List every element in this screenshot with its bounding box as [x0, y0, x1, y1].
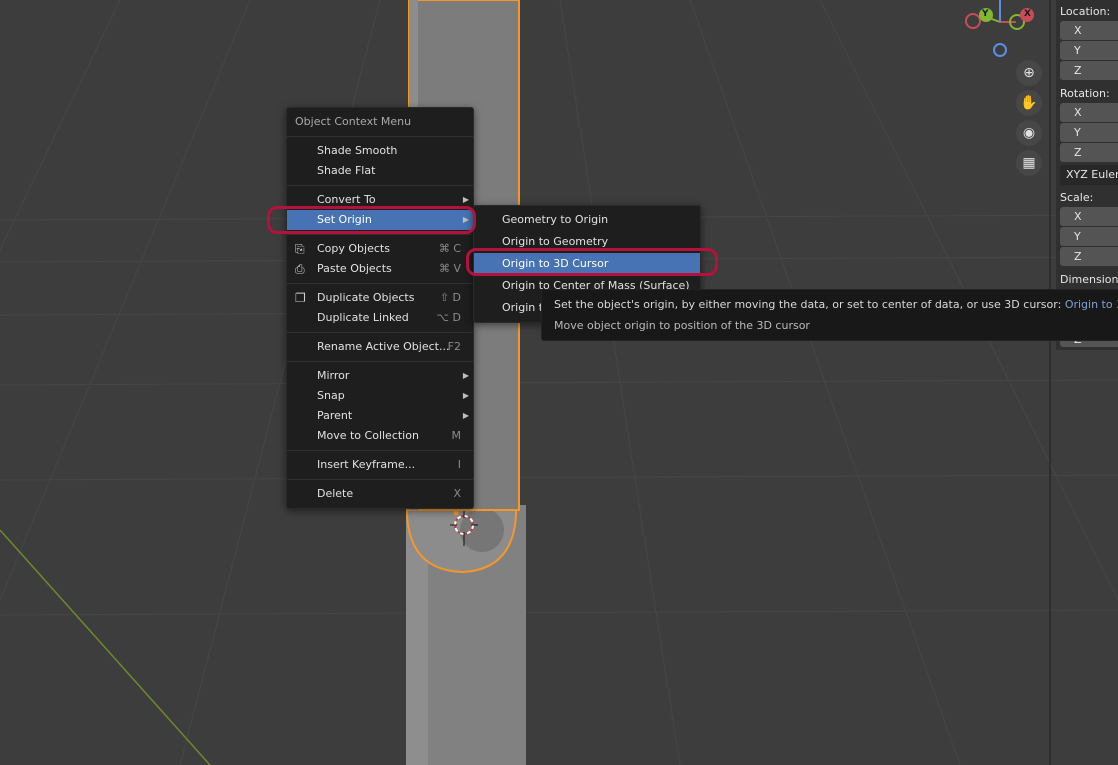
3d-viewport[interactable] — [0, 0, 1118, 765]
submenu-arrow-icon: ▶ — [462, 215, 469, 224]
shortcut-label: ⌘ C — [438, 242, 461, 255]
tooltip-operator: Origin to 3D Cursor — [1064, 298, 1118, 311]
gizmo-y-label: Y — [982, 9, 989, 19]
menu-item-rename-active-object[interactable]: Rename Active Object... F2 — [287, 337, 473, 357]
scale-label: Scale: — [1060, 191, 1094, 204]
menu-item-label: Duplicate Linked — [317, 311, 409, 324]
menu-item-label: Shade Smooth — [317, 144, 398, 157]
submenu-item-origin-to-3d-cursor[interactable]: Origin to 3D Cursor — [474, 253, 700, 275]
rotation-y-field[interactable]: Y — [1060, 123, 1118, 142]
axis-x-label: X — [1074, 210, 1082, 223]
scale-x-field[interactable]: X — [1060, 207, 1118, 226]
tooltip-description-line: Set the object's origin, by either movin… — [554, 298, 1118, 311]
axis-z-label: Z — [1074, 146, 1082, 159]
menu-item-paste-objects[interactable]: ⎙ Paste Objects ⌘ V — [287, 259, 473, 279]
menu-item-label: Insert Keyframe... — [317, 458, 416, 471]
tooltip-description: Set the object's origin, by either movin… — [554, 298, 1062, 311]
submenu-item-origin-to-geometry[interactable]: Origin to Geometry — [474, 231, 700, 253]
menu-separator — [287, 479, 473, 480]
axis-x-label: X — [1074, 24, 1082, 37]
axis-y-label: Y — [1074, 230, 1081, 243]
shortcut-label: ⌘ V — [438, 262, 461, 275]
axis-x-label: X — [1074, 106, 1082, 119]
menu-item-parent[interactable]: Parent ▶ — [287, 406, 473, 426]
location-x-field[interactable]: X — [1060, 21, 1118, 40]
scale-y-field[interactable]: Y — [1060, 227, 1118, 246]
shortcut-label: X — [453, 487, 461, 500]
menu-item-delete[interactable]: Delete X — [287, 484, 473, 504]
submenu-arrow-icon: ▶ — [462, 195, 469, 204]
submenu-arrow-icon: ▶ — [462, 371, 469, 380]
dimensions-label: Dimensions — [1060, 273, 1118, 286]
submenu-arrow-icon: ▶ — [462, 411, 469, 420]
menu-separator — [287, 234, 473, 235]
axis-z-label: Z — [1074, 250, 1082, 263]
duplicate-icon: ❐ — [295, 291, 306, 305]
menu-item-label: Duplicate Objects — [317, 291, 415, 304]
menu-item-label: Shade Flat — [317, 164, 376, 177]
rotation-mode-select[interactable]: XYZ Euler — [1060, 165, 1118, 185]
menu-item-move-to-collection[interactable]: Move to Collection M — [287, 426, 473, 446]
menu-item-convert-to[interactable]: Convert To ▶ — [287, 190, 473, 210]
menu-item-duplicate-linked[interactable]: Duplicate Linked ⌥ D — [287, 308, 473, 328]
menu-item-label: Copy Objects — [317, 242, 390, 255]
menu-item-label: Rename Active Object... — [317, 340, 450, 353]
rotation-z-field[interactable]: Z — [1060, 143, 1118, 162]
menu-separator — [287, 283, 473, 284]
menu-item-shade-smooth[interactable]: Shade Smooth — [287, 141, 473, 161]
menu-item-duplicate-objects[interactable]: ❐ Duplicate Objects ⇧ D — [287, 288, 473, 308]
scale-z-field[interactable]: Z — [1060, 247, 1118, 266]
menu-item-label: Convert To — [317, 193, 376, 206]
axis-y-label: Y — [1074, 44, 1081, 57]
shortcut-label: ⇧ D — [439, 291, 461, 304]
tooltip: Set the object's origin, by either movin… — [541, 289, 1118, 341]
zoom-icon[interactable]: ⊕ — [1016, 60, 1042, 86]
camera-icon[interactable]: ◉ — [1016, 120, 1042, 146]
menu-item-label: Set Origin — [317, 213, 372, 226]
axis-z-label: Z — [1074, 64, 1082, 77]
shortcut-label: I — [457, 458, 461, 471]
location-z-field[interactable]: Z — [1060, 61, 1118, 80]
menu-item-label: Delete — [317, 487, 354, 500]
menu-item-shade-flat[interactable]: Shade Flat — [287, 161, 473, 181]
menu-item-label: Mirror — [317, 369, 350, 382]
perspective-grid-icon[interactable]: ▦ — [1016, 150, 1042, 176]
menu-item-snap[interactable]: Snap ▶ — [287, 386, 473, 406]
menu-item-copy-objects[interactable]: ⎘ Copy Objects ⌘ C — [287, 239, 473, 259]
menu-item-label: Parent — [317, 409, 353, 422]
submenu-item-label: Origin to Geometry — [502, 235, 609, 248]
rotation-x-field[interactable]: X — [1060, 103, 1118, 122]
context-menu-items: Shade Smooth Shade Flat Convert To ▶ Set Ori… — [287, 137, 473, 508]
paste-objects-icon: ⎙ — [295, 262, 305, 276]
menu-separator — [287, 332, 473, 333]
axis-y-label: Y — [1074, 126, 1081, 139]
submenu-item-label: Geometry to Origin — [502, 213, 609, 226]
copy-objects-icon: ⎘ — [295, 242, 305, 256]
submenu-item-label: Origin to 3D Cursor — [502, 257, 609, 270]
menu-item-insert-keyframe[interactable]: Insert Keyframe... I — [287, 455, 473, 475]
menu-item-label: Paste Objects — [317, 262, 392, 275]
menu-separator — [287, 185, 473, 186]
menu-separator — [287, 450, 473, 451]
submenu-arrow-icon: ▶ — [462, 391, 469, 400]
shortcut-label: ⌥ D — [436, 311, 461, 324]
pan-hand-icon[interactable]: ✋ — [1016, 90, 1042, 116]
menu-item-label: Move to Collection — [317, 429, 419, 442]
rotation-label: Rotation: — [1060, 87, 1110, 100]
gizmo-x-label: X — [1024, 9, 1031, 19]
menu-separator — [287, 361, 473, 362]
shortcut-label: M — [451, 429, 462, 442]
rotation-mode-value: XYZ Euler — [1066, 168, 1118, 181]
menu-item-label: Snap — [317, 389, 345, 402]
location-y-field[interactable]: Y — [1060, 41, 1118, 60]
context-menu-title: Object Context Menu — [287, 108, 473, 137]
tooltip-detail: Move object origin to position of the 3D… — [554, 319, 810, 332]
menu-item-mirror[interactable]: Mirror ▶ — [287, 366, 473, 386]
shortcut-label: F2 — [447, 340, 461, 353]
submenu-item-geometry-to-origin[interactable]: Geometry to Origin — [474, 209, 700, 231]
object-context-menu: Object Context Menu Shade Smooth Shade Fl… — [286, 107, 474, 509]
menu-item-set-origin[interactable]: Set Origin ▶ — [287, 210, 473, 230]
location-label: Location: — [1060, 5, 1111, 18]
